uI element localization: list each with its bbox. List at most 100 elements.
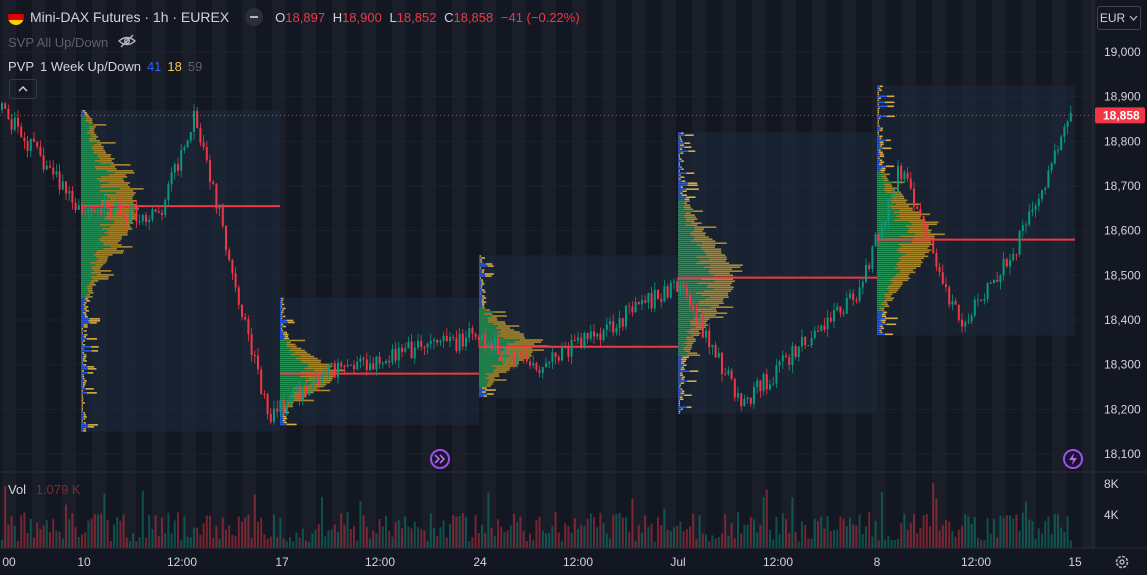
candle-body <box>583 333 586 348</box>
volume-bar <box>932 483 935 548</box>
candle-body <box>97 209 99 212</box>
profile-row-down <box>308 363 330 366</box>
fast-forward-icon[interactable] <box>430 449 450 469</box>
profile-row-up <box>678 322 691 324</box>
chevron-up-icon[interactable] <box>9 79 37 99</box>
volume-bar <box>58 531 61 548</box>
profile-row-down <box>488 375 500 377</box>
profile-row-down <box>878 97 882 100</box>
profile-row-down <box>679 412 680 414</box>
profile-row-down <box>880 175 887 178</box>
candle-body <box>919 208 922 216</box>
profile-row-down <box>878 107 880 110</box>
volume-bar <box>567 526 570 548</box>
candle-body <box>346 364 349 367</box>
volume-bar <box>13 525 16 548</box>
volume-bar <box>570 532 573 548</box>
profile-row-up <box>678 260 700 262</box>
profile-row-down <box>699 300 723 302</box>
svp-indicator-legend[interactable]: SVP All Up/Down <box>8 34 137 51</box>
volume-bar <box>922 515 925 548</box>
profile-row-down <box>899 271 916 274</box>
pvp-params: 1 Week Up/Down <box>40 59 141 74</box>
germany-flag-icon <box>8 9 24 25</box>
gear-icon[interactable] <box>1114 554 1130 570</box>
profile-row-up <box>678 318 694 320</box>
profile-row-down <box>485 309 490 311</box>
profile-row-down <box>684 342 694 344</box>
volume-bar <box>106 520 109 548</box>
profile-row-down <box>680 382 685 384</box>
candle-body <box>509 352 512 354</box>
profile-row-up <box>678 372 681 374</box>
pvp-indicator-legend[interactable]: PVP 1 Week Up/Down 41 18 59 <box>8 59 202 74</box>
volume-bar <box>397 520 400 548</box>
minus-icon[interactable] <box>245 8 264 26</box>
volume-bar <box>189 537 192 548</box>
profile-row-up <box>81 352 83 354</box>
profile-row-down <box>695 308 717 310</box>
profile-row-up <box>877 257 899 260</box>
profile-row-down <box>91 146 104 148</box>
volume-legend[interactable]: Vol 1.079 K <box>8 482 81 497</box>
candle-body <box>954 300 957 305</box>
profile-row-down <box>291 353 311 356</box>
profile-row-up <box>280 325 283 328</box>
volume-bar <box>359 501 362 548</box>
profile-row-down <box>82 376 85 378</box>
profile-row-up <box>81 402 83 404</box>
session-band <box>392 0 406 548</box>
volume-bar <box>417 527 419 548</box>
volume-bar <box>705 534 707 548</box>
candle-body <box>634 301 637 313</box>
profile-row-up <box>877 135 880 138</box>
profile-row-up <box>479 281 482 283</box>
volume-bar <box>433 528 435 548</box>
candle-body <box>369 363 371 370</box>
candle-body <box>452 337 455 339</box>
volume-bar <box>445 537 448 548</box>
profile-row-up <box>877 181 894 184</box>
symbol-title[interactable]: Mini-DAX Futures · 1h · EUREX <box>30 9 229 25</box>
profile-row-up <box>81 344 83 346</box>
profile-row-down <box>881 309 885 312</box>
candle-body <box>701 317 704 338</box>
profile-row-up <box>678 170 680 172</box>
profile-row-down <box>481 257 485 259</box>
currency-button[interactable]: EUR <box>1097 6 1141 30</box>
profile-row-down <box>915 233 945 236</box>
volume-bar <box>881 492 883 548</box>
profile-row-up <box>678 284 709 286</box>
profile-row-up <box>81 220 115 222</box>
profile-row-down <box>899 217 921 220</box>
profile-row-up <box>877 329 880 332</box>
chart-area[interactable]: 19,000 18,900 18,800 18,700 18,600 18,500 18,4… <box>0 0 1147 574</box>
profile-row-up <box>877 151 880 154</box>
profile-row-down <box>86 118 93 120</box>
profile-row-down <box>686 336 694 338</box>
profile-row-down <box>879 155 885 158</box>
profile-row-down <box>687 352 698 354</box>
volume-bar <box>506 530 509 548</box>
profile-row-down <box>680 144 684 146</box>
profile-row-up <box>81 324 84 326</box>
profile-row-down <box>680 140 683 142</box>
pvp-label: PVP <box>8 59 35 74</box>
profile-row-down <box>895 203 920 206</box>
profile-row-down <box>481 283 485 285</box>
eye-crossed-icon[interactable] <box>118 34 137 51</box>
profile-row-up <box>81 268 92 270</box>
profile-row-up <box>81 356 84 358</box>
profile-row-down <box>82 406 83 408</box>
profile-row-down <box>93 124 107 126</box>
profile-row-up <box>280 387 294 390</box>
profile-row-down <box>494 311 506 313</box>
profile-row-down <box>95 252 123 254</box>
profile-row-up <box>877 127 881 130</box>
lightning-icon[interactable] <box>1063 449 1083 469</box>
profile-row-down <box>883 293 893 296</box>
volume-bar <box>711 535 714 548</box>
profile-row-up <box>479 287 481 289</box>
profile-row-up <box>81 400 82 402</box>
chart-canvas[interactable]: 19,00018,90018,80018,70018,60018,50018,4… <box>0 0 1147 574</box>
